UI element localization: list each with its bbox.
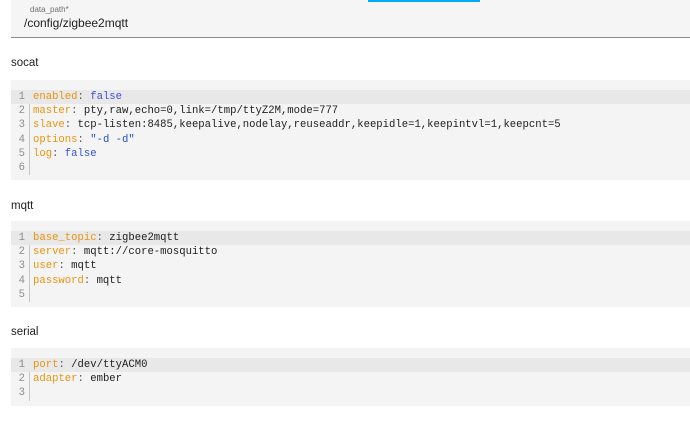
section-title-serial: serial [11, 326, 39, 338]
yaml-key: master [33, 105, 72, 118]
code-line[interactable]: 6 [11, 161, 690, 175]
code-text: password: mqtt [33, 274, 122, 288]
code-line[interactable]: 5 log: false [11, 147, 690, 161]
yaml-key: port [33, 359, 59, 371]
yaml-key: password [33, 274, 84, 287]
yaml-value: pty,raw,echo=0,link=/tmp/ttyZ2M,mode=777 [83, 105, 339, 118]
line-number: 3 [18, 387, 25, 400]
yaml-separator: : [52, 147, 65, 160]
yaml-separator: : [77, 373, 91, 386]
yaml-key: server [33, 246, 72, 259]
yaml-value: ember [90, 373, 123, 386]
line-number: 1 [18, 232, 25, 244]
yaml-separator: : [96, 232, 110, 244]
yaml-key: options [33, 133, 78, 146]
code-line[interactable]: 3 slave: tcp-listen:8485,keepalive,nodela… [11, 118, 690, 132]
code-text: log: false [33, 147, 97, 161]
yaml-separator: : [77, 91, 91, 103]
yaml-value: "-d -d" [90, 133, 135, 146]
yaml-key: base_topic [33, 232, 97, 244]
yaml-key: enabled [33, 91, 78, 103]
code-line[interactable]: 1 port: /dev/ttyACM0 [11, 358, 690, 373]
yaml-key: log [33, 147, 53, 160]
data-path-label: data_path* [30, 5, 69, 14]
line-number: 4 [18, 133, 25, 146]
yaml-separator: : [58, 260, 72, 273]
line-number: 2 [18, 246, 25, 259]
code-text: server: mqtt://core-mosquitto [33, 245, 217, 259]
code-line[interactable]: 1 base_topic: zigbee2mqtt [11, 231, 690, 246]
code-line[interactable]: 2 adapter: ember [11, 372, 690, 386]
code-line[interactable]: 2 server: mqtt://core-mosquitto [11, 245, 690, 259]
code-line[interactable]: 3 user: mqtt [11, 259, 690, 273]
line-number: 4 [18, 274, 25, 287]
yaml-value: tcp-listen:8485,keepalive,nodelay,reusea… [77, 119, 561, 132]
code-text: options: "-d -d" [33, 133, 135, 147]
code-line[interactable]: 1 enabled: false [11, 90, 690, 105]
line-number: 2 [18, 105, 25, 118]
section-title-socat: socat [11, 57, 39, 69]
line-number: 5 [18, 147, 25, 160]
yaml-key: slave [33, 119, 65, 132]
line-number: 5 [18, 288, 25, 301]
yaml-separator: : [77, 133, 91, 146]
code-editor-socat[interactable]: 1 enabled: false 2 master: pty,raw,echo=0,l… [11, 80, 690, 180]
code-line[interactable]: 3 [11, 386, 690, 400]
yaml-value: false [64, 147, 97, 160]
line-number: 2 [18, 373, 25, 386]
line-number: 3 [18, 260, 25, 273]
code-text: adapter: ember [33, 372, 122, 386]
yaml-separator: : [71, 246, 84, 259]
yaml-value: mqtt [71, 260, 97, 273]
yaml-separator: : [58, 359, 72, 371]
yaml-separator: : [71, 105, 84, 118]
yaml-value: /dev/ttyACM0 [71, 359, 148, 371]
code-editor-serial[interactable]: 1 port: /dev/ttyACM0 2 adapter: ember 3 [11, 348, 690, 406]
line-number: 1 [18, 359, 25, 371]
code-text: slave: tcp-listen:8485,keepalive,nodelay… [33, 118, 561, 132]
code-text: enabled: false [33, 90, 122, 104]
yaml-value: zigbee2mqtt [109, 232, 180, 244]
code-text: base_topic: zigbee2mqtt [33, 231, 179, 245]
yaml-key: adapter [33, 373, 78, 386]
data-path-field[interactable]: data_path* [11, 0, 690, 38]
yaml-key: user [33, 260, 59, 273]
yaml-value: mqtt [96, 274, 123, 287]
yaml-value: mqtt://core-mosquitto [83, 246, 218, 259]
data-path-input[interactable] [24, 16, 424, 30]
code-line[interactable]: 4 password: mqtt [11, 274, 690, 288]
line-number: 1 [18, 91, 25, 103]
yaml-separator: : [83, 274, 97, 287]
code-text: master: pty,raw,echo=0,link=/tmp/ttyZ2M,… [33, 104, 338, 118]
section-title-mqtt: mqtt [11, 200, 34, 212]
code-line[interactable]: 5 [11, 288, 690, 302]
yaml-value: false [90, 91, 123, 103]
tab-indicator [368, 0, 480, 2]
code-editor-mqtt[interactable]: 1 base_topic: zigbee2mqtt 2 server: mqtt://… [11, 221, 690, 307]
code-line[interactable]: 4 options: "-d -d" [11, 133, 690, 147]
line-number: 3 [18, 119, 25, 132]
yaml-separator: : [64, 119, 78, 132]
code-text: port: /dev/ttyACM0 [33, 358, 147, 372]
line-number: 6 [18, 161, 25, 174]
code-text: user: mqtt [33, 259, 97, 273]
code-line[interactable]: 2 master: pty,raw,echo=0,link=/tmp/ttyZ2M… [11, 104, 690, 118]
